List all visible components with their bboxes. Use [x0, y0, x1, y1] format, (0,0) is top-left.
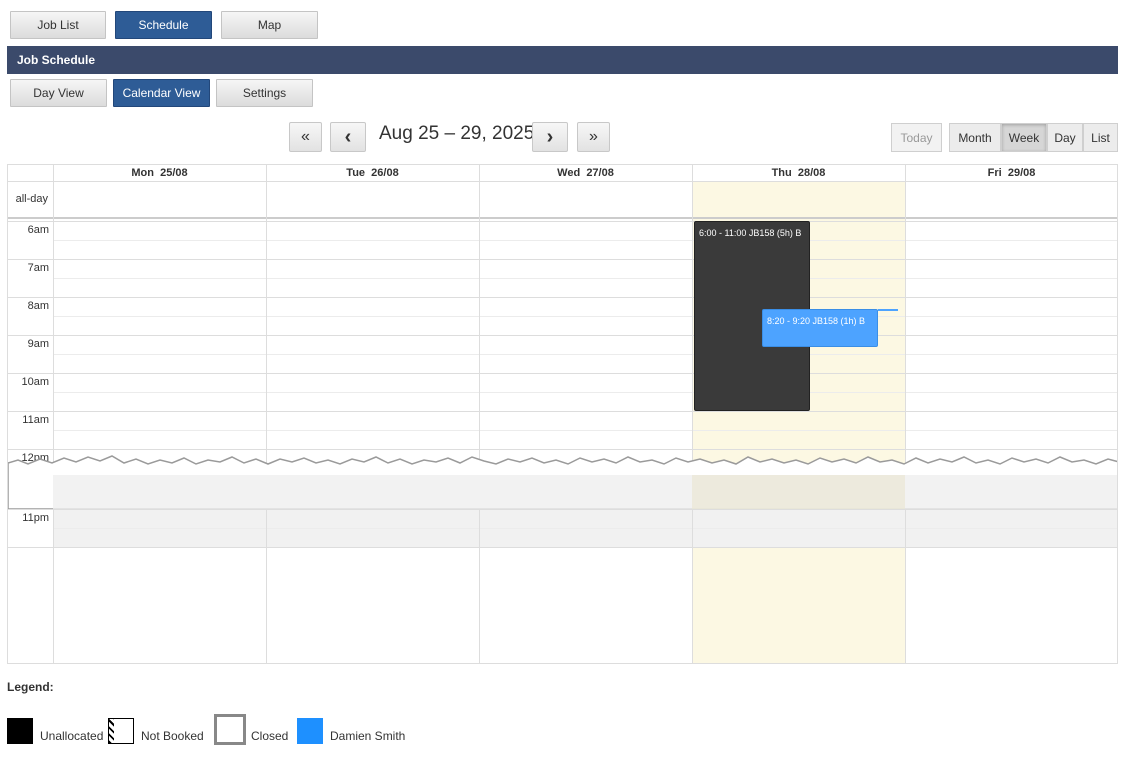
week-calendar: Mon 25/08 Tue 26/08 Wed 27/08 Thu 28/08 … [7, 164, 1118, 664]
prev-button[interactable]: ‹ [330, 122, 366, 152]
schedule-button[interactable]: Schedule [115, 11, 212, 39]
time-label-11pm: 11pm [22, 512, 49, 524]
prev-prev-button[interactable]: « [289, 122, 322, 152]
job-schedule-header: Job Schedule [7, 46, 1118, 74]
event-text: 6:00 - 11:00 JB158 (5h) B [699, 228, 802, 238]
time-label-6am: 6am [27, 224, 49, 236]
week-view-button[interactable]: Week [1001, 123, 1047, 152]
day-header-fri: Fri 29/08 [987, 167, 1036, 179]
legend-swatch-closed [214, 714, 246, 745]
day-header-thu: Thu 28/08 [771, 167, 826, 179]
date-range-title: Aug 25 – 29, 2025 [379, 123, 535, 144]
legend-swatch-not-booked [108, 718, 134, 744]
next-button[interactable]: › [532, 122, 568, 152]
day-header-tue: Tue 26/08 [346, 167, 399, 179]
map-button[interactable]: Map [221, 11, 318, 39]
event-connector [878, 309, 898, 311]
day-header-mon: Mon 25/08 [131, 167, 188, 179]
settings-button[interactable]: Settings [216, 79, 313, 107]
event-jb158-damien[interactable]: 8:20 - 9:20 JB158 (1h) B [762, 309, 878, 347]
legend-label-not-booked: Not Booked [141, 729, 204, 743]
legend-title: Legend: [7, 680, 54, 694]
time-label-8am: 8am [27, 300, 49, 312]
month-view-button[interactable]: Month [949, 123, 1001, 152]
day-view-button[interactable]: Day View [10, 79, 107, 107]
time-label-9am: 9am [27, 338, 49, 350]
today-button[interactable]: Today [891, 123, 942, 152]
legend-swatch-damien-smith [297, 718, 323, 744]
allday-label: all-day [15, 193, 48, 205]
torn-edge-break [8, 455, 1117, 509]
section-title: Job Schedule [17, 53, 96, 67]
time-label-10am: 10am [21, 376, 49, 388]
time-label-11am: 11am [22, 414, 49, 426]
time-label-7am: 7am [27, 262, 49, 274]
day-view-toggle-button[interactable]: Day [1047, 123, 1083, 152]
legend-label-closed: Closed [251, 729, 289, 743]
legend-label-damien-smith: Damien Smith [330, 729, 406, 743]
day-header-wed: Wed 27/08 [557, 167, 614, 179]
event-text: 8:20 - 9:20 JB158 (1h) B [767, 316, 866, 326]
legend-label-unallocated: Unallocated [40, 729, 104, 743]
calendar-view-button[interactable]: Calendar View [113, 79, 210, 107]
list-view-button[interactable]: List [1083, 123, 1118, 152]
job-list-button[interactable]: Job List [10, 11, 106, 39]
legend-swatch-unallocated [7, 718, 33, 744]
next-next-button[interactable]: » [577, 122, 610, 152]
